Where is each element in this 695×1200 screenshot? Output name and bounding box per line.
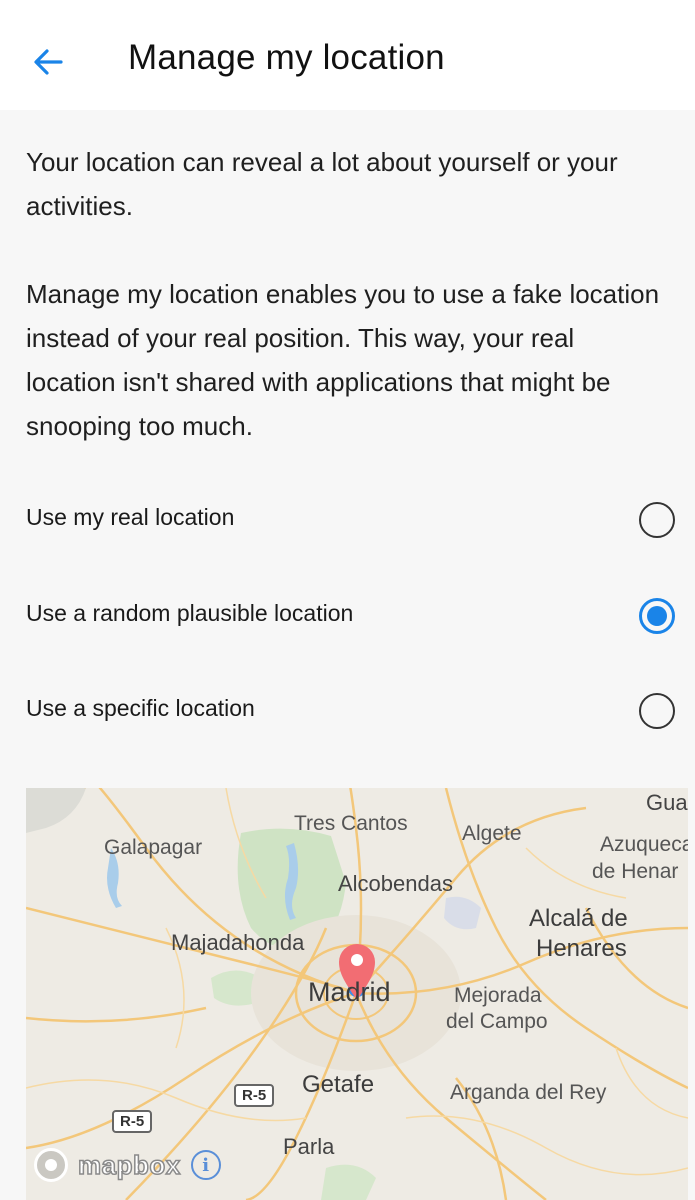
map-label-arganda: Arganda del Rey (450, 1081, 607, 1104)
option-real-location[interactable]: Use my real location (0, 477, 695, 565)
map-label-tres-cantos: Tres Cantos (294, 812, 408, 835)
map-label-mejorada-2: del Campo (446, 1010, 548, 1033)
intro-paragraph-2: Manage my location enables you to use a … (26, 279, 660, 441)
map-label-alcobendas: Alcobendas (338, 871, 453, 896)
map-label-algete: Algete (462, 822, 522, 845)
arrow-left-icon (34, 49, 63, 75)
map-label-getafe: Getafe (302, 1071, 375, 1098)
option-real-location-label: Use my real location (26, 504, 235, 530)
map-label-azuqueca: Azuqueca (600, 833, 688, 856)
map-label-de-henar: de Henar (592, 860, 679, 883)
location-map[interactable]: Galapagar Tres Cantos Algete Azuqueca de… (26, 788, 688, 1200)
back-button[interactable] (22, 36, 74, 88)
map-label-alcala-2: Henares (536, 935, 627, 962)
road-shield-r5-b: R-5 (112, 1110, 153, 1133)
option-specific-location-label: Use a specific location (26, 695, 255, 721)
map-label-majadahonda: Majadahonda (171, 930, 305, 955)
radio-random-location[interactable] (639, 598, 675, 634)
mapbox-wordmark: mapbox (77, 1149, 181, 1181)
option-random-location-label: Use a random plausible location (26, 600, 354, 626)
option-random-location[interactable]: Use a random plausible location (0, 573, 695, 661)
app-bar: Manage my location (0, 0, 695, 110)
map-label-mejorada-1: Mejorada (454, 984, 542, 1007)
map-attribution: mapbox i (34, 1148, 221, 1182)
option-specific-location[interactable]: Use a specific location (0, 668, 695, 756)
intro-paragraph-1: Your location can reveal a lot about you… (26, 147, 618, 221)
mapbox-logo-icon (34, 1148, 68, 1182)
page-title: Manage my location (128, 38, 445, 77)
road-shield-r5-a: R-5 (234, 1084, 275, 1107)
radio-specific-location[interactable] (639, 693, 675, 729)
radio-real-location[interactable] (639, 502, 675, 538)
map-label-galapagar: Galapagar (104, 836, 203, 859)
map-label-madrid: Madrid (308, 977, 391, 1007)
map-label-parla: Parla (283, 1134, 335, 1159)
map-label-alcala-1: Alcalá de (529, 905, 628, 932)
info-icon[interactable]: i (190, 1150, 221, 1180)
map-label-gua: Gua (646, 790, 688, 815)
